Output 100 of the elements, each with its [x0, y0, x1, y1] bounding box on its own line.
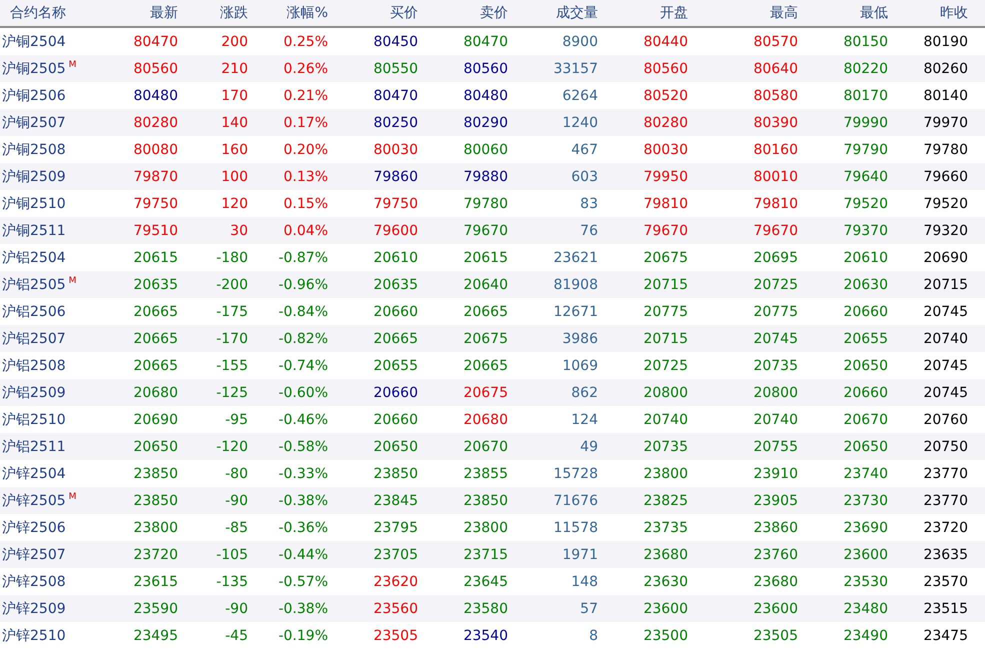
table-cell: 79990	[798, 109, 888, 136]
table-cell: 120	[178, 190, 248, 217]
table-cell: 80140	[888, 82, 985, 109]
contract-name: 沪铜2510	[2, 196, 66, 212]
table-cell: 0.17%	[248, 109, 328, 136]
table-cell: 124	[508, 406, 598, 433]
table-cell: -90	[178, 487, 248, 514]
table-cell: 15728	[508, 460, 598, 487]
table-cell: 80280	[120, 109, 178, 136]
table-cell: -0.38%	[248, 487, 328, 514]
table-cell: 23720	[120, 541, 178, 568]
table-cell: 20635	[120, 271, 178, 298]
table-cell: 12671	[508, 298, 598, 325]
table-cell: 23505	[328, 622, 418, 649]
table-cell: -0.19%	[248, 622, 328, 649]
table-cell: 23600	[688, 595, 798, 622]
table-cell: 20675	[598, 244, 688, 271]
table-cell: -0.33%	[248, 460, 328, 487]
table-cell: 20660	[798, 298, 888, 325]
table-cell: 23505	[688, 622, 798, 649]
table-cell: 80440	[598, 27, 688, 55]
table-cell: 23600	[798, 541, 888, 568]
table-cell: 79660	[888, 163, 985, 190]
table-cell: 20760	[888, 406, 985, 433]
table-cell: -90	[178, 595, 248, 622]
table-cell: 3986	[508, 325, 598, 352]
table-cell: 23730	[798, 487, 888, 514]
table-cell: 11578	[508, 514, 598, 541]
table-cell: -125	[178, 379, 248, 406]
table-cell: 23620	[328, 568, 418, 595]
table-cell: 603	[508, 163, 598, 190]
column-header[interactable]: 最低	[798, 0, 888, 27]
table-cell: -0.87%	[248, 244, 328, 271]
table-cell: 20665	[418, 352, 508, 379]
table-cell: 20665	[418, 298, 508, 325]
table-cell: 49	[508, 433, 598, 460]
table-cell: 23800	[598, 460, 688, 487]
table-cell: 79880	[418, 163, 508, 190]
table-cell: 80260	[888, 55, 985, 82]
table-cell: 79970	[888, 109, 985, 136]
table-cell: 20680	[120, 379, 178, 406]
column-header[interactable]: 成交量	[508, 0, 598, 27]
table-cell: -80	[178, 460, 248, 487]
table-cell: 33157	[508, 55, 598, 82]
table-cell: 79600	[328, 217, 418, 244]
column-header[interactable]: 昨收	[888, 0, 985, 27]
column-header[interactable]: 买价	[328, 0, 418, 27]
table-cell: 80170	[798, 82, 888, 109]
table-cell: -200	[178, 271, 248, 298]
table-cell: 100	[178, 163, 248, 190]
column-header[interactable]: 开盘	[598, 0, 688, 27]
table-cell: 20660	[328, 406, 418, 433]
table-cell: 79640	[798, 163, 888, 190]
table-cell: 20775	[688, 298, 798, 325]
table-cell: 20660	[798, 379, 888, 406]
table-cell: 20650	[328, 433, 418, 460]
table-cell: -0.46%	[248, 406, 328, 433]
table-cell: 20740	[598, 406, 688, 433]
contract-name: 沪锌2504	[2, 466, 66, 482]
contract-name: 沪锌2507	[2, 546, 66, 562]
table-cell: 20680	[418, 406, 508, 433]
table-cell: 71676	[508, 487, 598, 514]
table-cell: -45	[178, 622, 248, 649]
column-header[interactable]: 涨跌	[178, 0, 248, 27]
table-cell: 20640	[418, 271, 508, 298]
table-cell: 80470	[328, 82, 418, 109]
table-cell: 80480	[418, 82, 508, 109]
column-header[interactable]: 合约名称	[0, 0, 120, 27]
table-cell: 83	[508, 190, 598, 217]
table-cell: 23850	[418, 487, 508, 514]
table-cell: -0.36%	[248, 514, 328, 541]
table-cell: -0.60%	[248, 379, 328, 406]
table-cell: 20675	[418, 325, 508, 352]
table-cell: 467	[508, 136, 598, 163]
table-cell: 80190	[888, 27, 985, 55]
table-cell: 23850	[328, 460, 418, 487]
table-cell: 160	[178, 136, 248, 163]
table-cell: 80250	[328, 109, 418, 136]
table-cell: 23690	[798, 514, 888, 541]
contract-name: 沪铜2504	[2, 34, 66, 50]
table-cell: 0.21%	[248, 82, 328, 109]
table-cell: 80560	[120, 55, 178, 82]
table-cell: 80470	[418, 27, 508, 55]
table-cell: 140	[178, 109, 248, 136]
table-cell: 23645	[418, 568, 508, 595]
table-cell: -0.58%	[248, 433, 328, 460]
column-header[interactable]: 最新	[120, 0, 178, 27]
table-cell: 8900	[508, 27, 598, 55]
table-cell: 20735	[688, 352, 798, 379]
table-cell: 23855	[418, 460, 508, 487]
table-cell: 20665	[328, 325, 418, 352]
table-cell: 23795	[328, 514, 418, 541]
table-cell: 23475	[888, 622, 985, 649]
column-header[interactable]: 卖价	[418, 0, 508, 27]
table-cell: 80640	[688, 55, 798, 82]
table-cell: 20660	[328, 298, 418, 325]
column-header[interactable]: 涨幅%	[248, 0, 328, 27]
column-header[interactable]: 最高	[688, 0, 798, 27]
table-cell: -0.96%	[248, 271, 328, 298]
table-cell: 20610	[328, 244, 418, 271]
